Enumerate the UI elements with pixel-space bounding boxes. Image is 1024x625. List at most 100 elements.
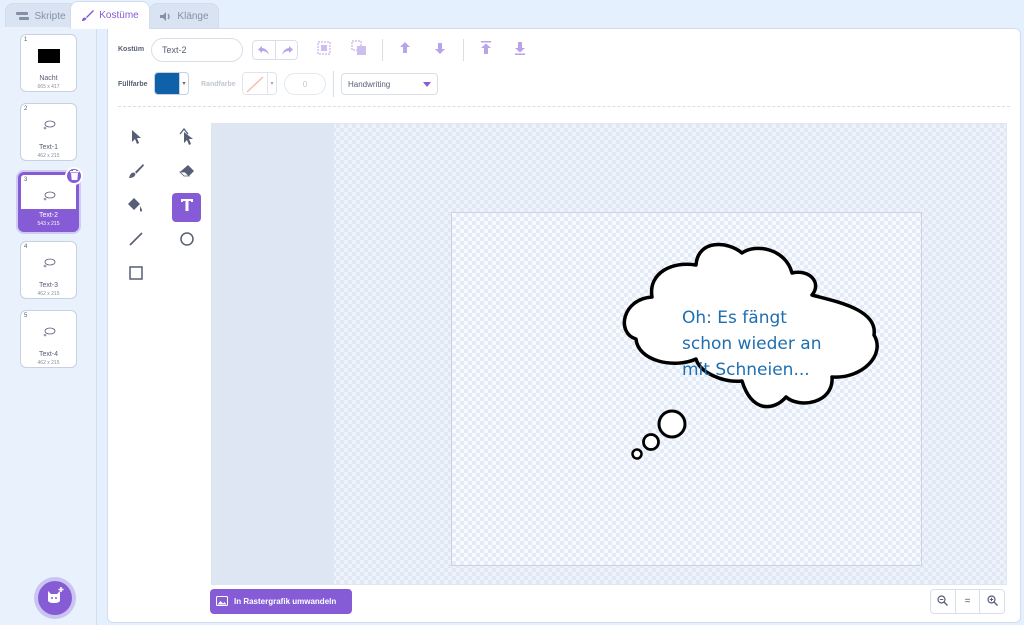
costume-list: 1 Nacht 665 x 417 2 Text-1 462 x 215 3 T… (0, 27, 97, 625)
thought-bubble-shape[interactable] (452, 213, 923, 567)
costume-name: Nacht (39, 75, 58, 82)
group-button[interactable] (313, 39, 335, 61)
ungroup-button[interactable] (348, 39, 370, 61)
costume-name: Text-2 (38, 212, 59, 219)
costume-item-2[interactable]: 2 Text-1 462 x 215 (20, 103, 77, 161)
fill-tool[interactable] (121, 193, 150, 222)
line-icon (128, 231, 144, 252)
group-icon (316, 40, 332, 61)
zoom-in-button[interactable] (980, 590, 1004, 613)
arrow-down-icon (433, 41, 447, 60)
reshape-tool[interactable] (172, 125, 201, 154)
trash-icon (69, 167, 79, 185)
artboard[interactable]: Oh: Es fängt schon wieder an mit Schneie… (451, 212, 922, 566)
costume-item-1[interactable]: 1 Nacht 665 x 417 (20, 34, 77, 92)
delete-costume-button[interactable] (65, 167, 83, 185)
costume-size: 543 x 215 (37, 221, 60, 227)
add-costume-button[interactable] (38, 581, 72, 615)
undo-redo-group (252, 40, 298, 60)
square-icon (128, 265, 144, 286)
undo-icon (258, 42, 270, 60)
thought-bubble-thumbnail-icon (21, 112, 76, 138)
editor-tabs: Skripte Kostüme Klänge (0, 0, 1024, 29)
costume-name: Text-1 (38, 144, 59, 151)
bubble-text-line: Oh: Es fängt (682, 308, 787, 328)
zoom-out-button[interactable] (931, 590, 956, 613)
equals-icon: = (964, 596, 971, 607)
backward-button[interactable] (429, 39, 451, 61)
arrow-up-front-icon (479, 40, 493, 60)
costume-size: 462 x 215 (37, 360, 60, 366)
fill-label: Füllfarbe (118, 81, 148, 88)
outline-color-picker[interactable]: ▾ (242, 72, 277, 95)
caret-down-icon: ▾ (267, 73, 276, 94)
caret-down-icon: ▾ (179, 73, 188, 94)
costume-size: 665 x 417 (37, 84, 60, 90)
cursor-arrow-icon (129, 129, 143, 150)
paint-editor: Kostüm Text-2 Füllfarbe ▾ Randfarbe ▾ 0 … (107, 28, 1021, 623)
costume-item-3[interactable]: 3 Text-2 543 x 215 (18, 167, 83, 232)
eraser-tool[interactable] (172, 159, 201, 188)
tab-scripts[interactable]: Skripte (5, 3, 77, 28)
costume-toolbar: Kostüm Text-2 (108, 37, 1020, 65)
tab-costumes[interactable]: Kostüme (70, 1, 150, 29)
front-button[interactable] (475, 39, 497, 61)
brush-icon (128, 163, 144, 184)
line-tool[interactable] (121, 227, 150, 256)
thought-bubble-thumbnail-icon (21, 183, 76, 209)
paint-bucket-icon (127, 197, 144, 218)
arrow-up-icon (398, 41, 412, 60)
arrow-down-back-icon (513, 41, 527, 60)
eraser-icon (178, 164, 195, 183)
thought-bubble-thumbnail-icon (21, 319, 76, 345)
rectangle-tool[interactable] (121, 261, 150, 290)
code-icon (16, 10, 30, 23)
no-color-icon (243, 73, 267, 94)
cat-face-plus-icon (45, 586, 65, 610)
brush-icon (81, 9, 95, 22)
zoom-reset-button[interactable]: = (956, 590, 981, 613)
separator (463, 39, 464, 61)
toolbar-divider (118, 106, 1010, 107)
costume-item-4[interactable]: 4 Text-3 462 x 215 (20, 241, 77, 299)
circle-icon (179, 231, 195, 252)
tab-sounds[interactable]: Klänge (149, 3, 219, 28)
separator (382, 39, 383, 61)
bubble-text-line: schon wieder an (682, 334, 822, 354)
costume-name-input[interactable]: Text-2 (151, 38, 243, 62)
tab-sounds-label: Klänge (177, 10, 209, 22)
separator (333, 71, 334, 97)
fill-color-picker[interactable]: ▾ (154, 72, 189, 95)
convert-to-bitmap-button[interactable]: In Rastergrafik umwandeln (210, 589, 352, 614)
select-tool[interactable] (121, 125, 150, 154)
redo-icon (281, 42, 293, 60)
costume-name: Text-4 (38, 351, 59, 358)
zoom-controls: = (930, 589, 1005, 614)
image-icon (216, 595, 228, 608)
convert-to-bitmap-label: In Rastergrafik umwandeln (234, 597, 337, 606)
outline-label: Randfarbe (201, 81, 236, 88)
forward-button[interactable] (394, 39, 416, 61)
text-t-icon (179, 197, 195, 218)
brush-tool[interactable] (121, 159, 150, 188)
redo-button[interactable] (276, 40, 298, 62)
text-tool[interactable] (172, 193, 201, 222)
outline-width-input[interactable]: 0 (284, 73, 326, 95)
speaker-icon (159, 10, 172, 23)
canvas-offstage-area (212, 124, 334, 584)
costume-item-5[interactable]: 5 Text-4 462 x 215 (20, 310, 77, 368)
tab-costumes-label: Kostüme (99, 10, 139, 21)
back-button[interactable] (509, 39, 531, 61)
circle-tool[interactable] (172, 227, 201, 256)
costume-name-label: Kostüm (118, 46, 145, 53)
zoom-in-icon (987, 594, 998, 609)
costume-size: 462 x 215 (37, 291, 60, 297)
undo-button[interactable] (253, 40, 275, 62)
reshape-icon (178, 127, 195, 151)
fill-color-swatch (155, 73, 179, 94)
costume-thumbnail (21, 43, 76, 69)
font-dropdown[interactable]: Handwriting (341, 73, 438, 95)
bubble-text[interactable]: Oh: Es fängt schon wieder an mit Schneie… (682, 305, 852, 383)
bubble-text-line: mit Schneien... (682, 360, 810, 380)
paint-canvas[interactable]: Oh: Es fängt schon wieder an mit Schneie… (211, 123, 1007, 585)
